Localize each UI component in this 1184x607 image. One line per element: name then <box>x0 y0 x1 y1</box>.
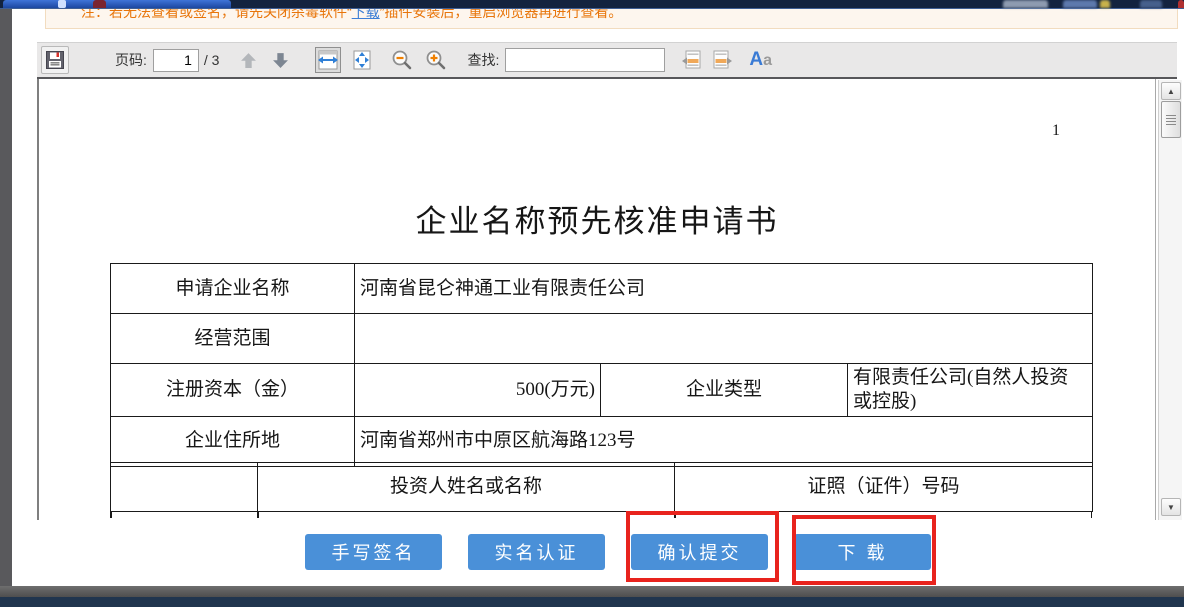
field-value: 500(万元) <box>355 364 601 417</box>
scroll-down-button[interactable]: ▼ <box>1161 498 1181 516</box>
document-title: 企业名称预先核准申请书 <box>39 196 1155 241</box>
table-row: 经营范围 <box>111 314 1093 364</box>
bottom-navy-bar <box>0 597 1184 607</box>
empty-cell <box>111 462 258 511</box>
field-label: 申请企业名称 <box>111 264 355 314</box>
column-header: 证照（证件）号码 <box>675 462 1093 511</box>
next-page-button[interactable] <box>267 47 293 73</box>
find-input[interactable] <box>505 48 665 72</box>
column-header: 投资人姓名或名称 <box>258 462 675 511</box>
table-row: 注册资本（金） 500(万元) 企业类型 有限责任公司(自然人投资或控股) <box>111 364 1093 417</box>
field-label: 企业住所地 <box>111 416 355 466</box>
table-row: 申请企业名称 河南省昆仑神通工业有限责任公司 <box>111 264 1093 314</box>
previous-page-button[interactable] <box>235 47 261 73</box>
page-total-label: / 3 <box>204 52 220 68</box>
magnifier-minus-icon <box>391 49 413 71</box>
window-fragment-red <box>93 0 106 8</box>
fit-page-button[interactable] <box>349 47 375 73</box>
zoom-in-button[interactable] <box>423 47 449 73</box>
table-border-stub <box>110 511 112 518</box>
bottom-gray-bar <box>0 586 1184 597</box>
field-value: 河南省昆仑神通工业有限责任公司 <box>355 264 1093 314</box>
page-number-input[interactable] <box>153 49 199 72</box>
match-case-toggle[interactable]: Aa <box>749 49 772 71</box>
favicon-fragment <box>1100 0 1110 8</box>
magnifier-plus-icon <box>425 49 447 71</box>
find-previous-icon <box>681 50 703 70</box>
annotation-box-download <box>792 515 936 585</box>
table-border-stub <box>257 511 259 518</box>
triangle-up-icon: ▲ <box>1167 87 1175 96</box>
pdf-page-number: 1 <box>1052 122 1060 140</box>
fit-width-button[interactable] <box>315 47 341 73</box>
investor-header-table: 投资人姓名或名称 证照（证件）号码 <box>110 462 1093 512</box>
application-table: 申请企业名称 河南省昆仑神通工业有限责任公司 经营范围 注册资本（金） 500(… <box>110 263 1093 467</box>
window-fragment <box>3 0 231 8</box>
zoom-out-button[interactable] <box>389 47 415 73</box>
field-value <box>355 314 1093 364</box>
table-border-stub <box>1091 511 1093 518</box>
page-number-label: 页码: <box>115 50 147 70</box>
scroll-up-button[interactable]: ▲ <box>1161 82 1181 100</box>
left-window-edge <box>0 9 12 592</box>
screen: 注：若无法查看或签名，请先关闭杀毒软件“下载”插件安装后，重启浏览器再进行查看。… <box>0 0 1184 607</box>
close-fragment <box>1178 0 1184 8</box>
browser-top-edge <box>0 0 1184 9</box>
match-case-lower: a <box>763 52 772 69</box>
table-row: 投资人姓名或名称 证照（证件）号码 <box>111 462 1093 511</box>
fit-page-icon <box>351 50 373 70</box>
arrow-down-icon <box>272 52 289 69</box>
scrollbar-thumb[interactable] <box>1161 101 1181 138</box>
tab-fragment <box>1003 0 1048 8</box>
vertical-scrollbar[interactable]: ▲ ▼ <box>1158 80 1182 520</box>
field-value: 有限责任公司(自然人投资或控股) <box>848 364 1093 417</box>
pdf-viewer: 1 企业名称预先核准申请书 申请企业名称 河南省昆仑神通工业有限责任公司 经营范… <box>37 79 1156 520</box>
window-highlight <box>58 0 66 8</box>
field-value: 河南省郑州市中原区航海路123号 <box>355 416 1093 466</box>
fit-width-icon <box>317 50 339 70</box>
find-label: 查找: <box>467 50 499 70</box>
favicon-fragment <box>1140 0 1162 8</box>
find-previous-button[interactable] <box>679 47 705 73</box>
save-button[interactable] <box>41 46 69 74</box>
field-label: 企业类型 <box>601 364 848 417</box>
tab-fragment <box>1063 0 1097 8</box>
find-next-button[interactable] <box>709 47 735 73</box>
triangle-down-icon: ▼ <box>1167 503 1175 512</box>
floppy-save-icon <box>45 50 65 70</box>
find-next-icon <box>711 50 733 70</box>
real-name-verification-button[interactable]: 实名认证 <box>468 534 605 570</box>
table-row: 企业住所地 河南省郑州市中原区航海路123号 <box>111 416 1093 466</box>
arrow-up-icon <box>240 52 257 69</box>
handwritten-signature-button[interactable]: 手写签名 <box>305 534 442 570</box>
pdf-toolbar: 页码: / 3 <box>37 42 1177 79</box>
field-label: 注册资本（金） <box>111 364 355 417</box>
field-label: 经营范围 <box>111 314 355 364</box>
annotation-box-confirm-submit <box>626 511 779 582</box>
match-case-upper: A <box>749 49 763 70</box>
